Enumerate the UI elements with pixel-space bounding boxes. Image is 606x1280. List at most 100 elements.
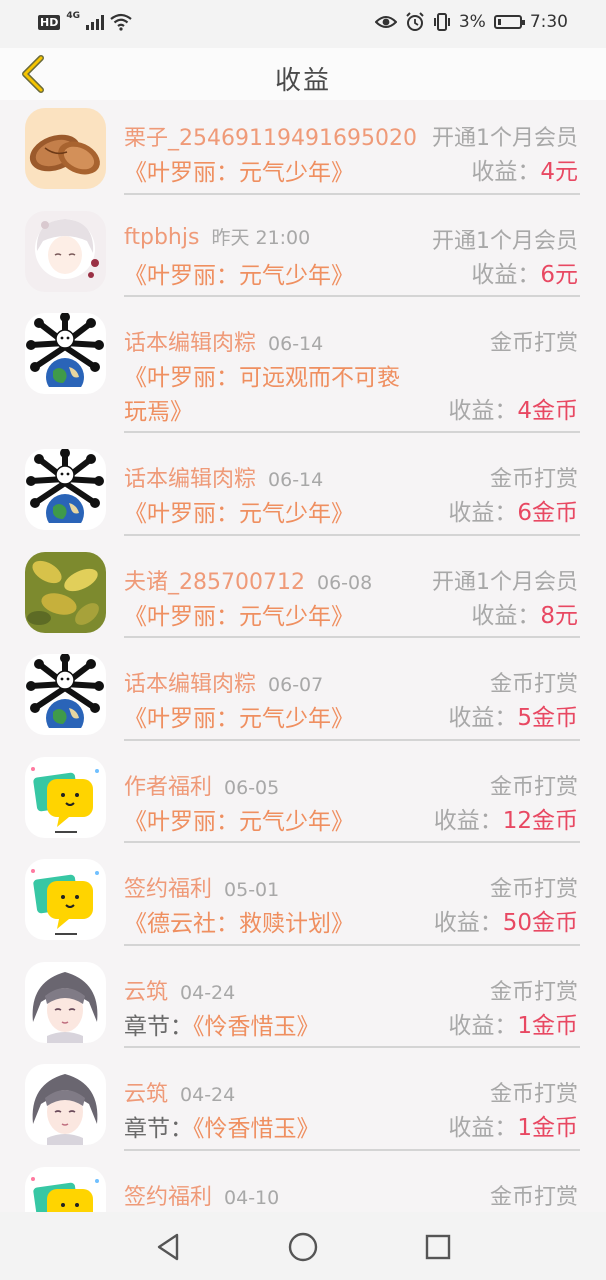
user-name[interactable]: 云筑 <box>124 980 168 1005</box>
list-item[interactable]: 话本编辑肉粽 06-14 金币打赏《叶罗丽：元气少年》 收益：6金币 <box>0 441 606 544</box>
earnings-label: 收益： <box>471 159 541 185</box>
earnings: 收益：4金币 <box>448 391 578 425</box>
status-left: HD 4G <box>38 11 132 31</box>
earnings: 收益：12金币 <box>434 801 578 835</box>
earnings-label: 收益： <box>433 807 503 834</box>
item-header: 签约福利 04-10 金币打赏 <box>124 1179 578 1210</box>
earnings-list[interactable]: 栗子_25469119491695020 开通1个月会员 《叶罗丽：元气少年》 收益：… <box>0 100 606 1212</box>
user-name[interactable]: 话本编辑肉粽 <box>124 672 256 697</box>
event-type: 金币打赏 <box>489 979 578 1005</box>
battery-icon <box>493 15 525 29</box>
earnings-value: 6金币 <box>517 500 578 526</box>
book-title[interactable]: 《叶罗丽：元气少年》 <box>124 604 354 630</box>
hd-badge: HD <box>38 14 61 30</box>
list-item[interactable]: 夫诸_285700712 06-08 开通1个月会员 《叶罗丽：元气少年》 收益：8元 <box>0 544 606 647</box>
alarm-icon <box>406 12 424 31</box>
book-title[interactable]: 《叶罗丽：元气少年》 <box>124 809 354 835</box>
earnings-value: 5金币 <box>517 705 578 731</box>
event-type: 金币打赏 <box>489 331 578 356</box>
book-title[interactable]: 《怜香惜玉》 <box>193 1116 320 1142</box>
divider <box>124 1148 580 1151</box>
user-name[interactable]: 签约福利 <box>124 877 212 902</box>
book-title[interactable]: 《德云社：救赎计划》 <box>124 911 354 937</box>
list-item[interactable]: 云筑 04-24 金币打赏 章节：《怜香惜玉》 收益：1金币 <box>0 954 606 1057</box>
earnings-label: 收益： <box>471 261 541 288</box>
book-title[interactable]: 《怜香惜玉》 <box>193 1014 320 1040</box>
avatar[interactable] <box>25 551 106 633</box>
divider <box>124 431 580 433</box>
list-item[interactable]: 栗子_25469119491695020 开通1个月会员《叶罗丽：元气少年》 收益：… <box>0 100 606 203</box>
avatar[interactable] <box>25 1064 106 1145</box>
earnings: 收益：1金币 <box>448 1006 578 1040</box>
list-item[interactable]: 作者福利 06-05 金币打赏《叶罗丽：元气少年》 收益：12金币 <box>0 749 606 852</box>
title-bar: 收益 <box>0 48 606 100</box>
item-detail: 《德云社：救赎计划》 收益：50金币 <box>124 907 578 937</box>
nav-recents-button[interactable] <box>421 1230 455 1264</box>
item-header: 云筑 04-24 金币打赏 <box>124 1076 578 1107</box>
user-name[interactable]: 云筑 <box>124 1082 168 1107</box>
wifi-icon <box>110 13 132 31</box>
avatar[interactable] <box>25 654 106 735</box>
user-name[interactable]: 栗子_25469119491695020 <box>124 126 417 151</box>
item-header: 栗子_25469119491695020 开通1个月会员 <box>124 120 578 151</box>
earnings-label: 收益： <box>448 705 518 731</box>
nav-back-button[interactable] <box>152 1230 186 1264</box>
user-name[interactable]: ftpbhjs <box>124 225 199 250</box>
user-name[interactable]: 作者福利 <box>124 775 212 800</box>
signal-icon <box>86 14 104 30</box>
triangle-back-icon <box>157 1233 179 1261</box>
avatar[interactable] <box>25 108 106 189</box>
earnings: 收益：8元 <box>471 596 578 630</box>
earnings-value: 6元 <box>540 261 578 288</box>
list-item[interactable]: 话本编辑肉粽 06-07 金币打赏 《叶罗丽：元气少年》 收益：5金币 <box>0 646 606 749</box>
list-item[interactable]: 签约福利 04-10 金币打赏 <box>0 1159 606 1212</box>
user-name[interactable]: 签约福利 <box>124 1185 212 1210</box>
event-type: 金币打赏 <box>489 1184 578 1210</box>
item-detail: 章节：《怜香惜玉》 收益：1金币 <box>124 1112 578 1142</box>
avatar[interactable] <box>25 961 106 1043</box>
status-bar: HD 4G 3% 7:30 <box>0 0 606 48</box>
item-detail: 《叶罗丽：元气少年》 收益：12金币 <box>124 805 578 835</box>
divider <box>124 1046 580 1048</box>
avatar[interactable] <box>25 1166 106 1212</box>
earnings-value: 8元 <box>540 602 578 629</box>
item-header: 话本编辑肉粽 06-14 金币打赏 <box>124 461 578 492</box>
chapter-label: 章节： <box>124 1116 193 1142</box>
item-detail: 《叶罗丽：元气少年》 收益：5金币 <box>124 702 578 732</box>
divider <box>124 295 580 297</box>
user-name[interactable]: 话本编辑肉粽 <box>124 331 256 356</box>
earnings-value: 1金币 <box>517 1115 578 1141</box>
book-title[interactable]: 《叶罗丽：元气少年》 <box>124 706 354 732</box>
book-title[interactable]: 《叶罗丽：元气少年》 <box>124 501 354 527</box>
list-item[interactable]: 话本编辑肉粽 06-14 金币打赏《叶罗丽：可远观而不可亵玩焉》 收益：4金币 <box>0 305 606 441</box>
earnings-label: 收益： <box>448 1115 518 1141</box>
avatar[interactable] <box>25 313 106 394</box>
eye-icon <box>374 16 397 28</box>
event-type: 开通1个月会员 <box>432 569 578 595</box>
divider <box>124 943 580 946</box>
avatar[interactable] <box>25 449 106 530</box>
list-item[interactable]: 签约福利 05-01 金币打赏 《德云社：救赎计划》 收益：50金币 <box>0 851 606 954</box>
book-title[interactable]: 《叶罗丽：元气少年》 <box>124 263 354 289</box>
nav-home-button[interactable] <box>286 1230 320 1264</box>
divider <box>124 636 580 638</box>
item-header: ftpbhjs 昨天 21:00 开通1个月会员 <box>124 223 578 254</box>
item-detail: 《叶罗丽：可远观而不可亵玩焉》 收益：4金币 <box>124 361 578 425</box>
item-detail: 《叶罗丽：元气少年》 收益：6元 <box>124 259 578 289</box>
user-name[interactable]: 夫诸_285700712 <box>124 570 305 595</box>
avatar[interactable] <box>25 210 106 292</box>
vibrate-icon <box>433 13 450 31</box>
avatar[interactable] <box>25 756 106 838</box>
item-header: 作者福利 06-05 金币打赏 <box>124 769 578 800</box>
list-item[interactable]: ftpbhjs 昨天 21:00 开通1个月会员《叶罗丽：元气少年》 收益：6元 <box>0 203 606 306</box>
user-name[interactable]: 话本编辑肉粽 <box>124 467 256 492</box>
list-item[interactable]: 云筑 04-24 金币打赏章节：《怜香惜玉》 收益：1金币 <box>0 1056 606 1159</box>
clock: 7:30 <box>529 12 568 32</box>
item-date: 06-14 <box>268 333 324 355</box>
avatar[interactable] <box>25 859 106 940</box>
event-type: 金币打赏 <box>489 672 578 697</box>
earnings: 收益：6金币 <box>448 493 578 527</box>
book-title[interactable]: 《叶罗丽：元气少年》 <box>124 160 354 186</box>
book-title[interactable]: 《叶罗丽：可远观而不可亵玩焉》 <box>124 365 400 425</box>
page-title: 收益 <box>274 66 331 96</box>
